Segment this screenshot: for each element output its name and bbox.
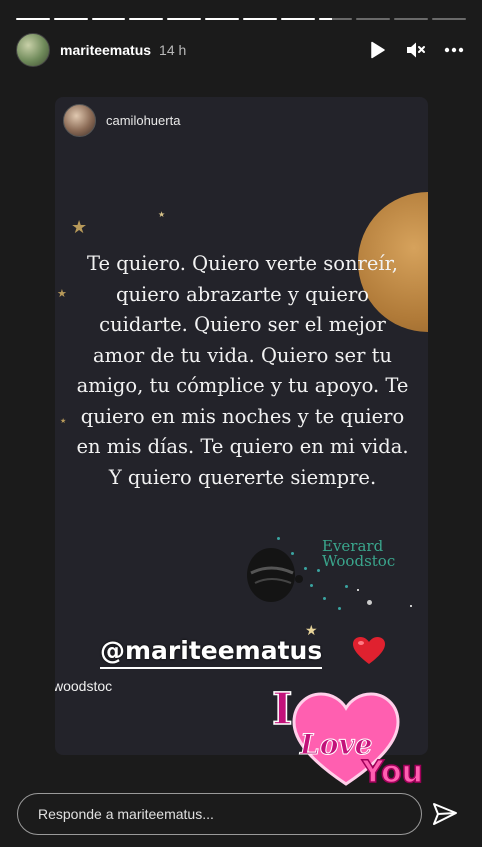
send-icon[interactable]: [432, 801, 458, 827]
decor-dot: [277, 537, 280, 540]
sticker-text-i: I: [272, 684, 293, 735]
progress-segment: [129, 18, 164, 20]
decor-dot: [338, 607, 341, 610]
signature-line2: Woodstoc: [322, 552, 396, 570]
story-username[interactable]: mariteematus: [60, 42, 151, 58]
progress-segment: [167, 18, 202, 20]
avatar[interactable]: [16, 33, 50, 67]
star-icon: ★: [60, 418, 67, 425]
decor-dot: [310, 584, 313, 587]
progress-segment: [53, 18, 88, 20]
i-love-you-sticker[interactable]: I Love You: [266, 680, 446, 795]
reply-placeholder: Responde a mariteematus...: [38, 806, 214, 822]
shared-post-avatar[interactable]: [63, 104, 96, 137]
sticker-text-you: You: [361, 755, 423, 790]
progress-segment: [16, 18, 50, 20]
progress-segment: [318, 18, 353, 20]
story-time: 14 h: [159, 42, 187, 58]
star-icon: ★: [57, 288, 67, 300]
story-progress-bar: [16, 18, 466, 21]
signature: Everard Woodstoc: [322, 539, 422, 569]
progress-segment: [242, 18, 277, 20]
decor-dot: [304, 567, 307, 570]
star-icon: ★: [71, 217, 88, 237]
shared-post-username[interactable]: camilohuerta: [106, 113, 180, 128]
mention-sticker[interactable]: @mariteematus: [100, 636, 323, 669]
more-dots-icon[interactable]: [442, 38, 466, 62]
progress-segment: [205, 18, 239, 20]
shared-post-footer-text: woodstoc: [55, 678, 113, 694]
decor-dot: [323, 597, 326, 600]
muted-speaker-icon[interactable]: [404, 38, 428, 62]
progress-segment: [356, 18, 391, 20]
progress-segment: [394, 18, 429, 20]
progress-segment: [280, 18, 315, 20]
story-header: mariteematus 14 h: [16, 33, 466, 67]
red-heart-icon: [352, 636, 386, 671]
play-icon[interactable]: [366, 38, 390, 62]
decor-dot: [345, 585, 348, 588]
decor-dot: [367, 600, 372, 605]
decor-dot: [317, 569, 320, 572]
quote-text: Te quiero. Quiero verte sonreír, quiero …: [76, 252, 409, 489]
decor-dot: [357, 589, 359, 591]
reply-input[interactable]: Responde a mariteematus...: [17, 793, 422, 835]
star-icon: ★: [158, 210, 166, 219]
decor-dot: [410, 605, 412, 607]
progress-segment: [432, 18, 466, 20]
progress-segment: [91, 18, 126, 20]
knight-helmet-illustration: [241, 545, 311, 612]
shared-post-header[interactable]: camilohuerta: [63, 104, 180, 137]
decor-dot: [291, 552, 294, 555]
